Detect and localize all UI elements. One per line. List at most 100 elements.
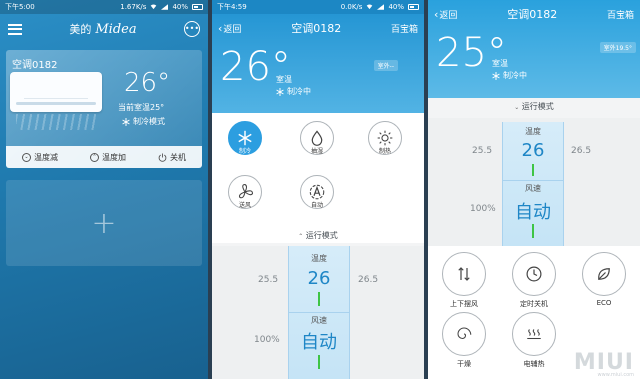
- miui-watermark-url: www.miui.com: [597, 372, 634, 378]
- menu-icon[interactable]: [8, 23, 22, 35]
- device-list-screen: 下午5:00 1.67K/s 40% 美的 Midea ••• 空调0182 2…: [0, 0, 208, 379]
- battery-level: 40%: [388, 3, 404, 11]
- control-panel: 温度 26 25.5 26.5 风速 自动 100%: [428, 118, 640, 246]
- temp-next[interactable]: 26.5: [571, 146, 591, 156]
- temp-up-button[interactable]: ⌃ 温度加: [90, 152, 126, 163]
- mode-dehumidify-label: 抽湿: [310, 148, 323, 155]
- spiral-icon: [442, 312, 486, 356]
- brand: 美的 Midea: [69, 21, 136, 37]
- back-button[interactable]: ‹ 返回: [218, 22, 241, 35]
- power-off-button[interactable]: 关机: [158, 152, 186, 163]
- chevron-up-icon: ⌃: [90, 152, 99, 162]
- dry-label: 干燥: [457, 360, 471, 368]
- mode-heat[interactable]: 制热: [368, 121, 402, 155]
- control-header: ‹ 返回 空调0182 百宝箱 25° 室温 制冷中 室外19.5°: [428, 0, 640, 98]
- midea-logo: Midea: [95, 21, 137, 37]
- snowflake-icon: [122, 117, 130, 126]
- eco-button[interactable]: ECO: [574, 252, 634, 307]
- mode-dehumidify[interactable]: 抽湿: [300, 121, 334, 155]
- fan-prev[interactable]: 100%: [254, 335, 280, 345]
- fan-value[interactable]: 自动: [288, 328, 350, 354]
- fan-indicator: [318, 355, 320, 369]
- back-button[interactable]: ‹ 返回: [434, 8, 457, 21]
- mode-fan[interactable]: 送风: [228, 175, 262, 209]
- battery-icon: [408, 4, 419, 10]
- mode-selector: 制冷 抽湿 制热 送风 自动: [212, 113, 424, 243]
- network-speed: 1.67K/s: [120, 3, 147, 11]
- chevron-up-icon: ⌃: [298, 233, 304, 240]
- add-device-button[interactable]: +: [6, 180, 202, 266]
- device-actions: ⌄ 温度减 ⌃ 温度加 关机: [6, 146, 202, 168]
- status-bar: 下午4:59 0.0K/s 40%: [212, 0, 424, 14]
- nav-bar: ‹ 返回 空调0182 百宝箱: [212, 14, 424, 42]
- status-bar: 下午5:00 1.67K/s 40%: [0, 0, 208, 14]
- chevron-left-icon: ‹: [218, 21, 223, 35]
- status-time: 下午4:59: [217, 3, 247, 11]
- device-set-temp: 26°: [124, 68, 171, 98]
- signal-icon: [377, 4, 385, 10]
- airflow-graphic: [16, 114, 96, 130]
- page-title: 空调0182: [507, 8, 558, 21]
- mode-toggle-label: 运行模式: [521, 102, 554, 111]
- temp-value[interactable]: 26: [288, 268, 350, 289]
- air-conditioner-image: [10, 72, 102, 112]
- mode-cool[interactable]: 制冷: [228, 121, 262, 155]
- chevron-down-icon: ⌄: [22, 152, 31, 162]
- mode-collapse-toggle[interactable]: ⌃ 运行模式: [212, 230, 424, 241]
- wifi-icon: [151, 4, 157, 10]
- cooling-status: 制冷中: [492, 70, 527, 82]
- clock-icon: [512, 252, 556, 296]
- mode-auto[interactable]: 自动: [300, 175, 334, 209]
- page-title: 空调0182: [291, 22, 342, 35]
- device-card[interactable]: 空调0182 26° 当前室温25° 制冷模式 ⌄ 温度减 ⌃ 温度加 关机: [6, 50, 202, 168]
- temp-down-button[interactable]: ⌄ 温度减: [22, 152, 58, 163]
- toolbox-button[interactable]: 百宝箱: [607, 8, 634, 21]
- device-name: 空调0182: [12, 60, 58, 71]
- control-divider: [288, 312, 350, 313]
- mode-expand-toggle[interactable]: ⌄ 运行模式: [428, 101, 640, 112]
- mode-auto-label: 自动: [310, 202, 323, 209]
- timer-off-button[interactable]: 定时关机: [504, 252, 564, 309]
- chevron-down-icon: ⌄: [514, 104, 520, 111]
- snowflake-icon: [276, 88, 284, 96]
- device-mode-label: 制冷模式: [133, 117, 165, 126]
- function-grid: 上下摆风 定时关机 ECO 干燥 电辅热 MIUI www.miui.com: [428, 246, 640, 379]
- brand-name: 美的: [69, 23, 92, 36]
- signal-icon: [161, 4, 169, 10]
- temp-indicator: [532, 164, 534, 176]
- network-speed: 0.0K/s: [340, 3, 363, 11]
- fan-label: 风速: [525, 184, 541, 193]
- control-panel: 温度 26 25.5 26.5 风速 自动 100%: [212, 246, 424, 379]
- back-label: 返回: [439, 10, 458, 21]
- cooling-status-label: 制冷中: [287, 87, 311, 96]
- fan-value[interactable]: 自动: [502, 198, 564, 224]
- swing-button[interactable]: 上下摆风: [434, 252, 494, 309]
- wifi-icon: [367, 4, 373, 10]
- leaf-icon: [582, 252, 626, 296]
- more-icon[interactable]: •••: [183, 21, 200, 37]
- temp-label: 温度: [311, 254, 327, 263]
- temp-value[interactable]: 26: [502, 140, 564, 161]
- temp-prev[interactable]: 25.5: [472, 146, 492, 156]
- temp-prev[interactable]: 25.5: [258, 275, 278, 285]
- snowflake-icon: [492, 72, 500, 80]
- temp-down-label: 温度减: [34, 152, 58, 162]
- mode-fan-label: 送风: [238, 202, 251, 209]
- swing-icon: [442, 252, 486, 296]
- electric-heat-button[interactable]: 电辅热: [504, 312, 564, 369]
- fan-prev[interactable]: 100%: [470, 204, 496, 214]
- power-icon: [158, 152, 167, 162]
- cooling-status: 制冷中: [276, 86, 311, 98]
- battery-level: 40%: [172, 3, 188, 11]
- outdoor-temp-badge: 室外--: [373, 60, 398, 71]
- nav-bar: ‹ 返回 空调0182 百宝箱: [428, 0, 640, 28]
- temp-next[interactable]: 26.5: [358, 275, 378, 285]
- room-temp: 当前室温25°: [118, 103, 165, 112]
- temp-label: 温度: [525, 127, 541, 136]
- device-mode: 制冷模式: [122, 116, 165, 127]
- toolbox-button[interactable]: 百宝箱: [391, 22, 418, 35]
- dry-button[interactable]: 干燥: [434, 312, 494, 369]
- device-control-screen: 下午4:59 0.0K/s 40% ‹ 返回 空调0182 百宝箱 26° 室温…: [212, 0, 424, 379]
- fan-indicator: [532, 224, 534, 238]
- eco-label: ECO: [596, 299, 612, 307]
